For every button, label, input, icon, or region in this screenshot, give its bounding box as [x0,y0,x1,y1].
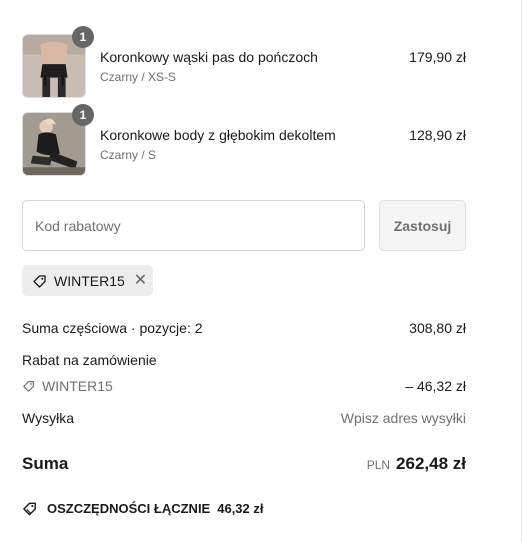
applied-discount-chip: WINTER15 ✕ [22,265,153,296]
order-discount-code: WINTER15 [42,378,113,394]
subtotal-value: 308,80 zł [409,320,466,336]
savings-value: 46,32 zł [217,501,264,516]
item-price: 179,90 zł [409,49,466,65]
close-icon[interactable]: ✕ [134,272,147,289]
total-label: Suma [22,454,69,473]
item-title: Koronkowe body z głębokim dekoltem [100,127,336,143]
line-item: 1 Koronkowe body z głębokim dekoltem Cza… [22,104,466,176]
apply-discount-button[interactable]: Zastosuj [379,200,466,251]
item-price: 128,90 zł [409,127,466,143]
savings-label: OSZCZĘDNOŚCI ŁĄCZNIE [47,501,211,516]
discount-tag-icon [22,500,39,517]
item-variant: Czarny / S [100,148,157,162]
discount-code-input[interactable] [22,200,365,251]
shipping-value: Wpisz adres wysyłki [340,410,466,426]
quantity-badge: 1 [72,104,94,126]
item-variant: Czarny / XS-S [100,70,177,84]
line-item: 1 Koronkowy wąski pas do pończoch Czarny… [22,26,466,98]
subtotal-label: Suma częściowa · pozycje: 2 [22,320,203,336]
tag-icon [32,273,48,289]
total-savings: OSZCZĘDNOŚCI ŁĄCZNIE 46,32 zł [22,500,264,517]
quantity-badge: 1 [72,26,94,48]
item-title: Koronkowy wąski pas do pończoch [100,49,318,65]
total-value: 262,48 zł [396,454,466,473]
shipping-label: Wysyłka [22,410,74,426]
applied-discount-code: WINTER15 [54,272,125,289]
total-currency: PLN [366,458,391,472]
order-discount-value: – 46,32 zł [405,378,466,394]
order-discount-label: Rabat na zamówienie [22,352,157,368]
tag-icon [22,379,36,393]
